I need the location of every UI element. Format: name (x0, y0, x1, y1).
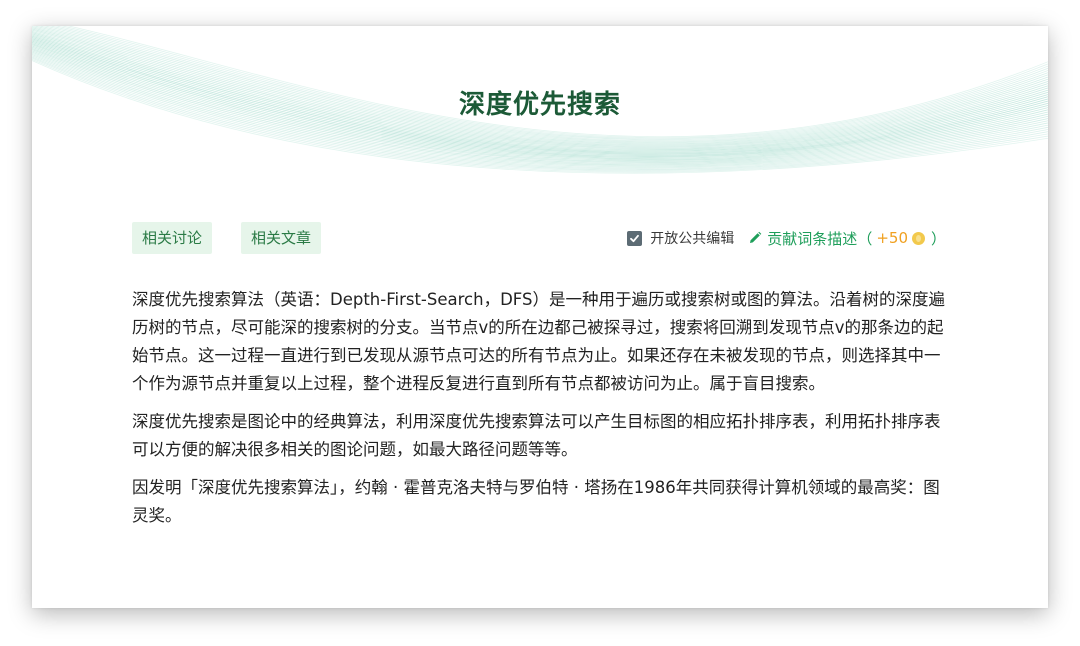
description-paragraph-3: 因发明「深度优先搜索算法」，约翰 · 霍普克洛夫特与罗伯特 · 塔扬在1986年… (132, 478, 940, 525)
contribute-description-link[interactable]: 贡献词条描述 (767, 228, 857, 249)
entry-description: 深度优先搜索算法（英语：Depth-First-Search，DFS）是一种用于… (132, 286, 956, 540)
open-edit-checkbox[interactable] (627, 230, 643, 246)
related-discussion-tag[interactable]: 相关讨论 (132, 222, 213, 254)
open-edit-label: 开放公共编辑 (650, 231, 735, 247)
coin-icon (911, 231, 925, 245)
entry-card: 深度优先搜索 相关讨论 相关文章 开放公共编辑 贡献词条描述 （ +50 ） 深… (32, 26, 1048, 608)
reward-paren-close: ） (930, 229, 946, 248)
reward-paren-open: （ (857, 229, 873, 248)
header-wave-decoration (32, 26, 1048, 174)
edit-toolbar: 开放公共编辑 贡献词条描述 （ +50 ） (627, 226, 946, 250)
related-articles-tag[interactable]: 相关文章 (241, 222, 322, 254)
description-paragraph-1: 深度优先搜索算法（英语：Depth-First-Search，DFS）是一种用于… (132, 290, 945, 393)
reward-points: +50 (876, 229, 908, 247)
description-paragraph-2: 深度优先搜索是图论中的经典算法，利用深度优先搜索算法可以产生目标图的相应拓扑排序… (132, 412, 941, 459)
pencil-icon (748, 231, 762, 245)
wave-line (54, 26, 1048, 140)
checkbox-checked-icon (630, 234, 640, 242)
page-title: 深度优先搜索 (458, 90, 621, 120)
screenshot-frame: 深度优先搜索 相关讨论 相关文章 开放公共编辑 贡献词条描述 （ +50 ） 深… (0, 0, 1080, 646)
